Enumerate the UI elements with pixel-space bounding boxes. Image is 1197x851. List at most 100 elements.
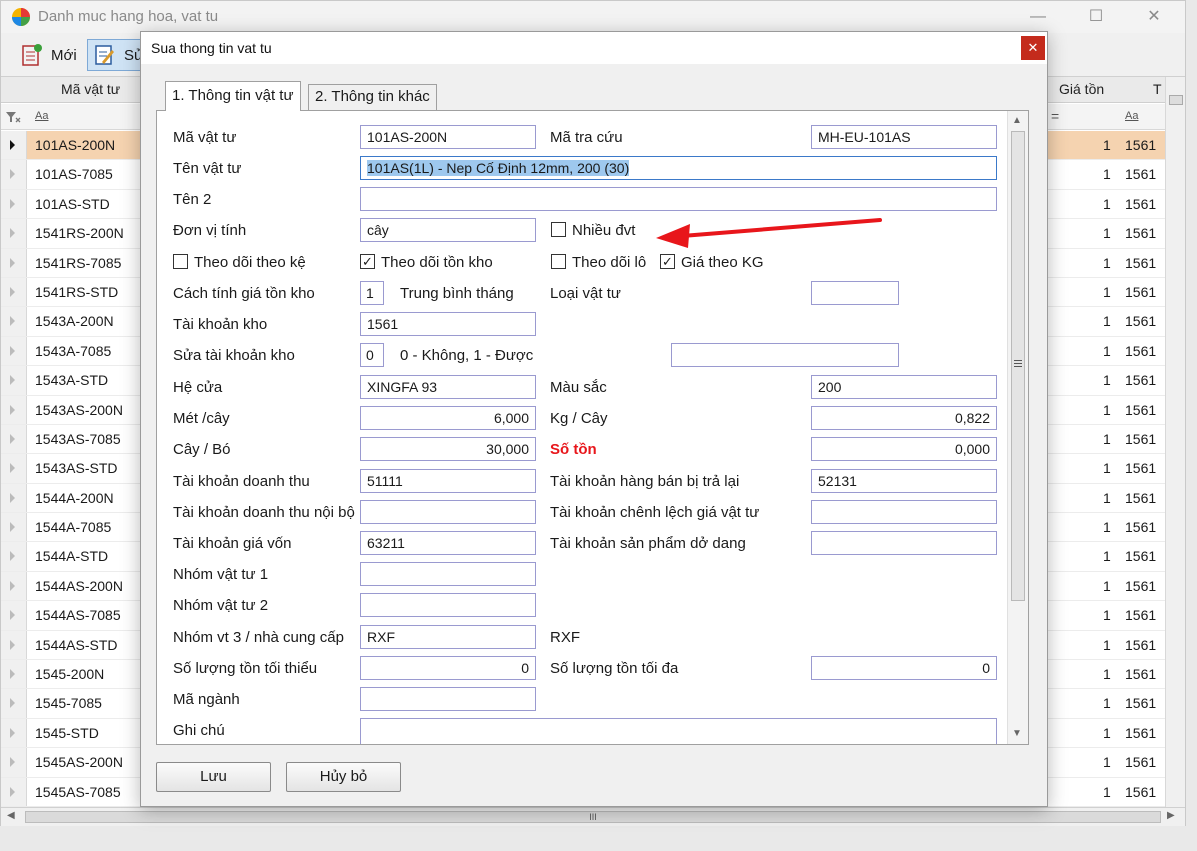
label-gia-theo-kg: Giá theo KG	[681, 254, 764, 271]
field-nhom-vat-tu-2[interactable]	[360, 593, 536, 617]
field-tk-hang-ban-tra-lai[interactable]: 52131	[811, 469, 997, 493]
row-indicator[interactable]	[1, 424, 27, 454]
field-nhom-vat-tu-1[interactable]	[360, 562, 536, 586]
grid-horizontal-scrollbar[interactable]: ◀ III ▶	[1, 807, 1185, 826]
row-indicator[interactable]	[1, 660, 27, 689]
row-code: 1543AS-200N	[35, 401, 123, 418]
row-indicator[interactable]	[1, 601, 27, 630]
row-account: 1561	[1125, 342, 1157, 359]
tab-other-info[interactable]: 2. Thông tin khác	[308, 84, 437, 110]
form-scroll-thumb[interactable]	[1011, 131, 1025, 601]
row-indicator[interactable]	[1, 219, 27, 248]
form-vertical-scrollbar[interactable]: ▲ ▼	[1007, 111, 1028, 744]
field-sl-ton-toi-thieu[interactable]: 0	[360, 656, 536, 680]
dialog-close-button[interactable]: ✕	[1021, 36, 1045, 60]
row-indicator[interactable]	[1, 454, 27, 483]
label-tk-hang-ban-tra-lai: Tài khoản hàng bán bị trả lại	[550, 473, 740, 490]
field-he-cua[interactable]: XINGFA 93	[360, 375, 536, 399]
field-ten-vat-tu[interactable]: 101AS(1L) - Nep Cố Định 12mm, 200 (30)	[360, 156, 997, 180]
row-quantity: 1	[1103, 724, 1111, 741]
row-indicator[interactable]	[1, 630, 27, 660]
field-met-cay[interactable]: 6,000	[360, 406, 536, 430]
row-quantity: 1	[1103, 430, 1111, 447]
field-tk-doanh-thu[interactable]: 51111	[360, 469, 536, 493]
row-quantity: 1	[1103, 666, 1111, 683]
row-indicator[interactable]	[1, 336, 27, 366]
field-ten-2[interactable]	[360, 187, 997, 211]
field-tk-chenh-lech-gia[interactable]	[811, 500, 997, 524]
row-indicator[interactable]	[1, 718, 27, 748]
field-kg-cay[interactable]: 0,822	[811, 406, 997, 430]
grid-hscroll-thumb[interactable]: III	[25, 811, 1161, 823]
field-don-vi-tinh[interactable]: cây	[360, 218, 536, 242]
row-quantity: 1	[1103, 342, 1111, 359]
field-cach-tinh-gia[interactable]: 1	[360, 281, 384, 305]
label-nhom-vat-tu-2: Nhóm vật tư 2	[173, 597, 269, 614]
row-quantity: 1	[1103, 783, 1111, 800]
grid-vertical-scrollbar[interactable]	[1165, 77, 1185, 807]
row-indicator[interactable]	[1, 748, 27, 777]
field-sua-tai-khoan-kho-extra[interactable]	[671, 343, 899, 367]
column-header-code[interactable]: Mã vật tư	[61, 81, 120, 97]
row-indicator[interactable]	[1, 542, 27, 571]
tab-item-info[interactable]: 1. Thông tin vật tư	[165, 81, 301, 111]
field-ma-tra-cuu[interactable]: MH-EU-101AS	[811, 125, 997, 149]
filter-price[interactable]: =	[1051, 108, 1059, 124]
row-indicator[interactable]	[1, 307, 27, 336]
row-quantity: 1	[1103, 519, 1111, 536]
field-cay-bo[interactable]: 30,000	[360, 437, 536, 461]
filter-icon[interactable]	[5, 111, 21, 124]
scroll-left-arrow-icon[interactable]: ◀	[7, 810, 15, 821]
column-header-price[interactable]: Giá tồn	[1059, 81, 1104, 97]
field-loai-vat-tu[interactable]	[811, 281, 899, 305]
field-tk-doanh-thu-noi-bo[interactable]	[360, 500, 536, 524]
scroll-up-arrow-icon[interactable]: ▲	[1012, 115, 1022, 126]
field-tk-gia-von[interactable]: 63211	[360, 531, 536, 555]
row-indicator[interactable]	[1, 277, 27, 307]
row-indicator[interactable]	[1, 777, 27, 806]
row-indicator[interactable]	[1, 160, 27, 189]
field-mau-sac[interactable]: 200	[811, 375, 997, 399]
filter-code[interactable]: Aa	[35, 110, 48, 122]
field-so-ton[interactable]: 0,000	[811, 437, 997, 461]
checkbox-theo-doi-theo-ke[interactable]	[173, 254, 188, 269]
scroll-right-arrow-icon[interactable]: ▶	[1167, 810, 1175, 821]
checkbox-theo-doi-ton-kho[interactable]: ✓	[360, 254, 375, 269]
checkbox-theo-doi-lo[interactable]	[551, 254, 566, 269]
row-indicator[interactable]	[1, 131, 27, 160]
label-don-vi-tinh: Đơn vị tính	[173, 222, 247, 239]
field-sl-ton-toi-da[interactable]: 0	[811, 656, 997, 680]
row-indicator[interactable]	[1, 483, 27, 513]
maximize-button[interactable]: ☐	[1081, 5, 1111, 29]
field-nhom-vt-3[interactable]: RXF	[360, 625, 536, 649]
row-pointer-icon	[10, 169, 15, 180]
row-quantity: 1	[1103, 195, 1111, 212]
row-code: 1544AS-STD	[35, 636, 118, 653]
field-sua-tai-khoan-kho[interactable]: 0	[360, 343, 384, 367]
checkbox-gia-theo-kg[interactable]: ✓	[660, 254, 675, 269]
filter-last[interactable]: Aa	[1125, 110, 1138, 122]
row-indicator[interactable]	[1, 248, 27, 277]
column-header-last[interactable]: T	[1153, 81, 1162, 97]
minimize-button[interactable]: —	[1023, 5, 1053, 29]
row-indicator[interactable]	[1, 366, 27, 395]
row-indicator[interactable]	[1, 571, 27, 601]
field-ma-vat-tu[interactable]: 101AS-200N	[360, 125, 536, 149]
save-button[interactable]: Lưu	[156, 762, 271, 792]
scroll-down-arrow-icon[interactable]: ▼	[1012, 728, 1022, 739]
field-ma-nganh[interactable]	[360, 687, 536, 711]
row-account: 1561	[1125, 460, 1157, 477]
row-indicator[interactable]	[1, 189, 27, 219]
row-indicator[interactable]	[1, 689, 27, 718]
row-indicator[interactable]	[1, 513, 27, 542]
row-indicator[interactable]	[1, 395, 27, 424]
grid-vscroll-thumb[interactable]	[1169, 95, 1183, 105]
row-account: 1561	[1125, 225, 1157, 242]
new-button[interactable]: Mới	[15, 39, 83, 71]
cancel-button[interactable]: Hủy bỏ	[286, 762, 401, 792]
field-ghi-chu[interactable]	[360, 718, 997, 744]
field-tk-sp-do-dang[interactable]	[811, 531, 997, 555]
window-close-button[interactable]: ✕	[1139, 5, 1169, 29]
checkbox-nhieu-dvt[interactable]	[551, 222, 566, 237]
field-tai-khoan-kho[interactable]: 1561	[360, 312, 536, 336]
